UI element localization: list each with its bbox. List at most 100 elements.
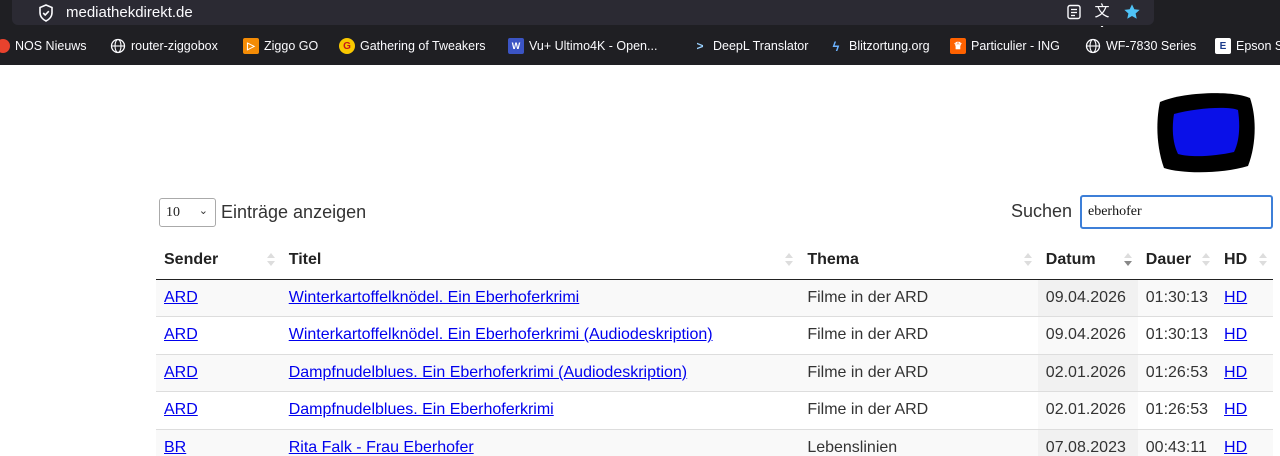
cell-hd: HD [1216,391,1273,429]
bookmark-ziggo-go[interactable]: ▷ Ziggo GO [243,27,318,65]
tv-logo[interactable] [1152,88,1258,174]
cell-hd: HD [1216,428,1273,456]
column-label: Dauer [1145,251,1192,269]
bookmark-label: router-ziggobox [131,39,218,53]
cell-thema: Filme in der ARD [799,353,1038,392]
table-row: ARD Winterkartoffelknödel. Ein Eberhofer… [156,316,1273,354]
cell-sender: ARD [156,316,281,354]
table-row: ARD Dampfnudelblues. Ein Eberhoferkrimi … [156,391,1273,429]
cell-titel: Dampfnudelblues. Ein Eberhoferkrimi [280,391,800,429]
bookmark-label: Particulier - ING [971,39,1060,53]
ziggo-icon: ▷ [243,38,259,54]
cell-titel: Winterkartoffelknödel. Ein Eberhoferkrim… [280,316,800,354]
cell-sender: ARD [156,279,281,317]
browser-toolbar: mediathekdirekt.de 文A [0,0,1280,40]
column-header-hd[interactable]: HD [1216,242,1273,280]
bookmark-router-ziggobox[interactable]: router-ziggobox [110,27,218,65]
cell-datum: 09.04.2026 [1037,316,1138,354]
hd-link[interactable]: HD [1224,289,1247,306]
cell-hd: HD [1216,279,1273,317]
cell-hd: HD [1216,316,1273,354]
bookmark-label: WF-7830 Series [1106,39,1197,53]
cell-sender: ARD [156,391,281,429]
table-row: ARD Winterkartoffelknödel. Ein Eberhofer… [156,279,1273,317]
bookmark-vuplus[interactable]: W Vu+ Ultimo4K - Open... [508,27,657,65]
cell-dauer: 01:26:53 [1137,353,1217,392]
blitzortung-icon: ϟ [832,38,840,54]
cell-dauer: 00:43:11 [1137,428,1217,456]
cell-dauer: 01:30:13 [1137,279,1217,317]
cell-thema: Filme in der ARD [799,316,1038,354]
table-row: ARD Dampfnudelblues. Ein Eberhoferkrimi … [156,353,1273,392]
column-label: Thema [807,251,859,269]
table-header-row: Sender Titel Thema Datum Dauer HD [156,242,1273,280]
cell-thema: Filme in der ARD [799,391,1038,429]
sort-icon [1202,252,1211,268]
cell-hd: HD [1216,353,1273,392]
cell-dauer: 01:30:13 [1137,316,1217,354]
cell-sender: ARD [156,353,281,392]
address-bar[interactable]: mediathekdirekt.de 文A [12,0,1154,40]
cell-datum: 09.04.2026 [1037,279,1138,317]
bookmark-label: Blitzortung.org [849,39,930,53]
bookmark-label: Epson S [1236,39,1280,53]
column-label: Titel [288,251,322,269]
title-link[interactable]: Dampfnudelblues. Ein Eberhoferkrimi (Aud… [289,364,687,381]
translate-icon[interactable]: 文A [1092,2,1112,40]
bookmark-blitzortung[interactable]: ϟ Blitzortung.org [828,27,930,65]
bookmark-label: Gathering of Tweakers [360,39,486,53]
cell-titel: Dampfnudelblues. Ein Eberhoferkrimi (Aud… [280,353,800,392]
sender-link[interactable]: ARD [164,289,198,306]
bookmark-label: DeepL Translator [713,39,809,53]
column-header-titel[interactable]: Titel [280,242,800,280]
shield-icon[interactable] [36,3,56,23]
bookmark-deepl[interactable]: > DeepL Translator [692,27,808,65]
epson-icon: E [1215,38,1231,54]
sender-link[interactable]: BR [164,439,186,456]
sort-icon [785,252,794,268]
sort-icon [1023,252,1032,268]
title-link[interactable]: Dampfnudelblues. Ein Eberhoferkrimi [289,401,554,418]
reader-view-icon[interactable] [1064,2,1084,22]
cell-titel: Winterkartoffelknödel. Ein Eberhoferkrim… [280,279,800,317]
entries-per-page-value: 10 [166,205,180,220]
bookmark-label: Ziggo GO [264,39,319,53]
title-link[interactable]: Rita Falk - Frau Eberhofer [289,439,474,456]
cell-titel: Rita Falk - Frau Eberhofer [280,428,800,456]
bookmark-wf-7830[interactable]: WF-7830 Series [1085,27,1196,65]
cell-thema: Filme in der ARD [799,279,1038,317]
bookmark-tweakers[interactable]: G Gathering of Tweakers [339,27,486,65]
search-label: Suchen [1011,201,1073,221]
sort-icon [266,252,275,268]
hd-link[interactable]: HD [1224,401,1247,418]
bookmark-label: NOS Nieuws [15,39,87,53]
bookmark-star-icon[interactable] [1122,2,1142,22]
results-table: Sender Titel Thema Datum Dauer HD ARD Wi… [156,242,1273,456]
bookmark-epson[interactable]: E Epson S [1215,27,1280,65]
hd-link[interactable]: HD [1224,364,1247,381]
url-text[interactable]: mediathekdirekt.de [66,3,193,23]
bookmark-ing[interactable]: ♛ Particulier - ING [950,27,1060,65]
bookmark-nos[interactable]: NOS Nieuws [0,27,87,65]
sender-link[interactable]: ARD [164,364,198,381]
bookmark-label: Vu+ Ultimo4K - Open... [529,39,658,53]
column-header-dauer[interactable]: Dauer [1137,242,1217,280]
sender-link[interactable]: ARD [164,401,198,418]
column-header-datum[interactable]: Datum [1037,242,1138,280]
column-header-thema[interactable]: Thema [799,242,1038,280]
search-input[interactable] [1080,195,1273,229]
cell-thema: Lebenslinien [799,428,1038,456]
entries-per-page-label: Einträge anzeigen [221,202,367,222]
ing-icon: ♛ [950,38,966,54]
cell-datum: 07.08.2023 [1037,428,1138,456]
title-link[interactable]: Winterkartoffelknödel. Ein Eberhoferkrim… [289,326,713,343]
column-header-sender[interactable]: Sender [156,242,281,280]
column-label: HD [1224,251,1248,269]
title-link[interactable]: Winterkartoffelknödel. Ein Eberhoferkrim… [289,289,580,306]
entries-per-page-select[interactable]: 10 ⌄ [159,198,216,227]
hd-link[interactable]: HD [1224,439,1247,456]
cell-dauer: 01:26:53 [1137,391,1217,429]
sender-link[interactable]: ARD [164,326,198,343]
hd-link[interactable]: HD [1224,326,1247,343]
sort-desc-icon [1123,252,1132,268]
